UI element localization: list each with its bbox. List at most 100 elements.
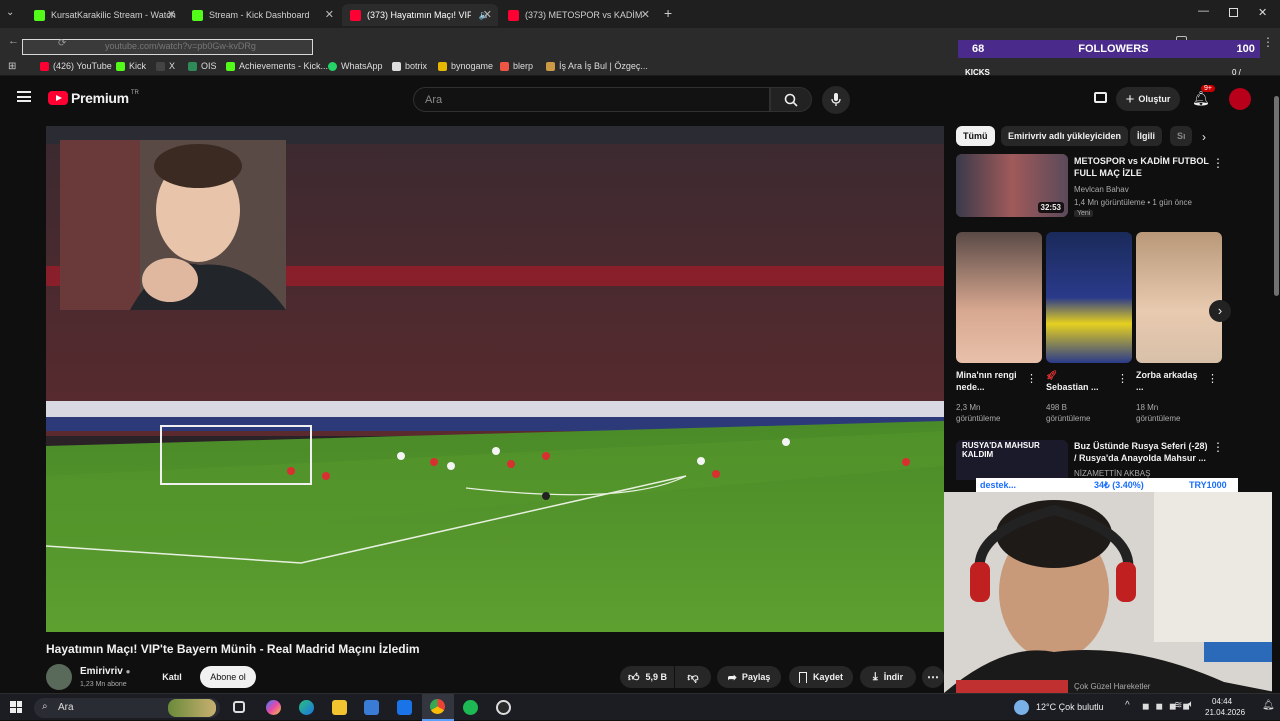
task-view-icon[interactable]	[233, 701, 245, 713]
avatar[interactable]	[1229, 88, 1251, 110]
back-icon[interactable]: ←	[8, 35, 19, 47]
subscribe-button[interactable]: Abone ol	[200, 666, 256, 688]
more-icon[interactable]: ⋮	[1212, 440, 1224, 454]
volume-icon[interactable]: 🔈︎	[1188, 699, 1194, 710]
close-icon[interactable]: ✕	[483, 8, 492, 21]
short-title-2: 🚀︎ Sebastian ...	[1046, 370, 1099, 392]
download-icon: ⤓	[872, 670, 878, 683]
search-input[interactable]: Ara	[413, 87, 770, 112]
kick-icon	[192, 9, 203, 21]
store-icon[interactable]	[364, 700, 379, 715]
bookmark-x[interactable]: X	[156, 61, 175, 71]
browser-tab-2[interactable]: Stream - Kick Dashboard ✕	[184, 4, 340, 26]
obs-icon[interactable]	[496, 700, 511, 715]
mail-icon[interactable]	[397, 700, 412, 715]
bookmark-youtube[interactable]: (426) YouTube	[40, 61, 112, 71]
short-thumbnail-3[interactable]	[1136, 232, 1222, 363]
bynogame-icon	[438, 61, 447, 71]
copilot-icon[interactable]	[266, 700, 281, 715]
close-icon[interactable]: ✕	[641, 8, 650, 21]
spotify-icon[interactable]	[463, 700, 478, 715]
more-actions-button[interactable]: ⋯	[922, 666, 944, 688]
page-scrollbar[interactable]	[1272, 76, 1280, 693]
download-button[interactable]: ⤓ İndir	[860, 666, 916, 688]
channel-avatar[interactable]	[46, 664, 72, 690]
browser-tab-1[interactable]: KursatKarakilic Stream - Watch ✕	[26, 4, 182, 26]
notifications-button[interactable]: 🔔︎ 9+	[1192, 85, 1215, 108]
reload-icon[interactable]: ⟳	[58, 38, 66, 49]
bookmark-kick[interactable]: Kick	[116, 61, 146, 71]
channel-name[interactable]: Emirivriv ●	[80, 666, 130, 677]
apps-icon[interactable]: ⊞	[8, 61, 16, 72]
chrome-icon-active[interactable]	[422, 694, 454, 721]
search-button[interactable]	[770, 87, 812, 112]
chip-related[interactable]: İlgili	[1130, 126, 1162, 146]
tab-label: Stream - Kick Dashboard	[209, 10, 310, 20]
menu-icon[interactable]: ⋮	[1262, 35, 1274, 49]
chip-from-uploader[interactable]: Emirivriv adlı yükleyiciden	[1001, 126, 1129, 146]
facecam-image	[944, 492, 1280, 693]
scrollbar-thumb[interactable]	[1274, 96, 1279, 296]
new-tab-button[interactable]: +	[664, 5, 672, 21]
rec-video-2[interactable]: RUSYA'DA MAHSUR KALDIM Buz Üstünde Rusya…	[956, 440, 1268, 480]
bookmark-is-ara[interactable]: İş Ara İş Bul | Özgeç...	[546, 61, 648, 71]
chip-more[interactable]: Sı	[1170, 126, 1192, 146]
close-window-button[interactable]: ✕	[1258, 6, 1267, 19]
more-icon[interactable]: ⋮	[1207, 372, 1218, 385]
bookmark-achievements[interactable]: Achievements - Kick...	[226, 61, 328, 71]
like-button[interactable]: 👍︎ 5,9 B	[620, 666, 674, 688]
youtube-logo[interactable]: Premium TR	[48, 90, 139, 106]
wifi-icon[interactable]: ≋	[1174, 700, 1182, 711]
create-label: Oluştur	[1138, 94, 1171, 104]
bookmark-blerp[interactable]: blerp	[500, 61, 533, 71]
tab-search-button[interactable]: ⌄	[6, 7, 20, 21]
thumbnail-text: RUSYA'DA MAHSUR KALDIM	[962, 441, 1040, 459]
voice-search-button[interactable]	[822, 86, 850, 114]
bookmark-botrix[interactable]: botrix	[392, 61, 427, 71]
browser-tab-3[interactable]: (373) Hayatımın Maçı! VIP' 🔈 ✕	[342, 4, 498, 26]
minimize-button[interactable]: —	[1198, 5, 1209, 17]
chip-all[interactable]: Tümü	[956, 126, 995, 146]
browser-tab-strip: ⌄ KursatKarakilic Stream - Watch ✕ Strea…	[0, 0, 1280, 28]
dislike-button[interactable]: 👎︎	[675, 666, 711, 688]
tab-label: KursatKarakilic Stream - Watch	[51, 10, 176, 20]
tray-chevron-icon[interactable]: ^	[1125, 700, 1130, 711]
chevron-right-icon[interactable]: ›	[1202, 130, 1206, 144]
taskbar-search[interactable]: ⌕ Ara	[34, 698, 220, 718]
start-button[interactable]	[10, 701, 22, 713]
weather-text[interactable]: 12°C Çok bulutlu	[1036, 702, 1104, 712]
bookmark-ois[interactable]: OIS	[188, 61, 217, 71]
share-button[interactable]: ➦ Paylaş	[717, 666, 781, 688]
bookmark-bynogame[interactable]: bynogame	[438, 61, 493, 71]
rec-video-1[interactable]: 32:53 METOSPOR vs KADİM FUTBOL FULL MAÇ …	[956, 154, 1268, 220]
more-icon[interactable]: ⋮	[1117, 372, 1128, 385]
streamer-facecam-in-video	[60, 140, 286, 310]
notification-badge: 9+	[1201, 85, 1215, 92]
rec-title: METOSPOR vs KADİM FUTBOL FULL MAÇ İZLE	[1074, 156, 1209, 178]
notification-center-icon[interactable]: 🔔︎	[1262, 700, 1275, 711]
maximize-button[interactable]	[1229, 8, 1238, 17]
file-explorer-icon[interactable]	[332, 700, 347, 715]
more-icon[interactable]: ⋮	[1026, 372, 1037, 385]
join-button[interactable]: Katıl	[152, 666, 192, 688]
create-button[interactable]: + Oluştur	[1116, 87, 1180, 111]
close-icon[interactable]: ✕	[325, 8, 334, 21]
cast-icon[interactable]	[1094, 92, 1107, 103]
short-views-2: 498 B görüntüleme	[1046, 403, 1091, 423]
short-thumbnail-2[interactable]	[1046, 232, 1132, 363]
bookmark-whatsapp[interactable]: WhatsApp	[328, 61, 383, 71]
save-button[interactable]: Kaydet	[789, 666, 853, 688]
short-title-1: Mina'nın rengi nede...	[956, 370, 1017, 392]
clock-date[interactable]: 21.04.2026	[1205, 708, 1245, 717]
chevron-right-icon[interactable]: ›	[1209, 300, 1231, 322]
clock-time[interactable]: 04:44	[1212, 697, 1232, 706]
more-icon[interactable]: ⋮	[1212, 156, 1224, 170]
browser-tab-4[interactable]: (373) METOSPOR vs KADİM FU ✕	[500, 4, 656, 26]
rec-title: Buz Üstünde Rusya Seferi (-28) / Rusya'd…	[1074, 441, 1208, 463]
hamburger-menu-icon[interactable]	[17, 91, 31, 102]
short-thumbnail-1[interactable]	[956, 232, 1042, 363]
edge-icon[interactable]	[299, 700, 314, 715]
search-icon	[784, 93, 798, 107]
rec-thumbnail-3[interactable]	[956, 680, 1068, 693]
close-icon[interactable]: ✕	[167, 8, 176, 21]
